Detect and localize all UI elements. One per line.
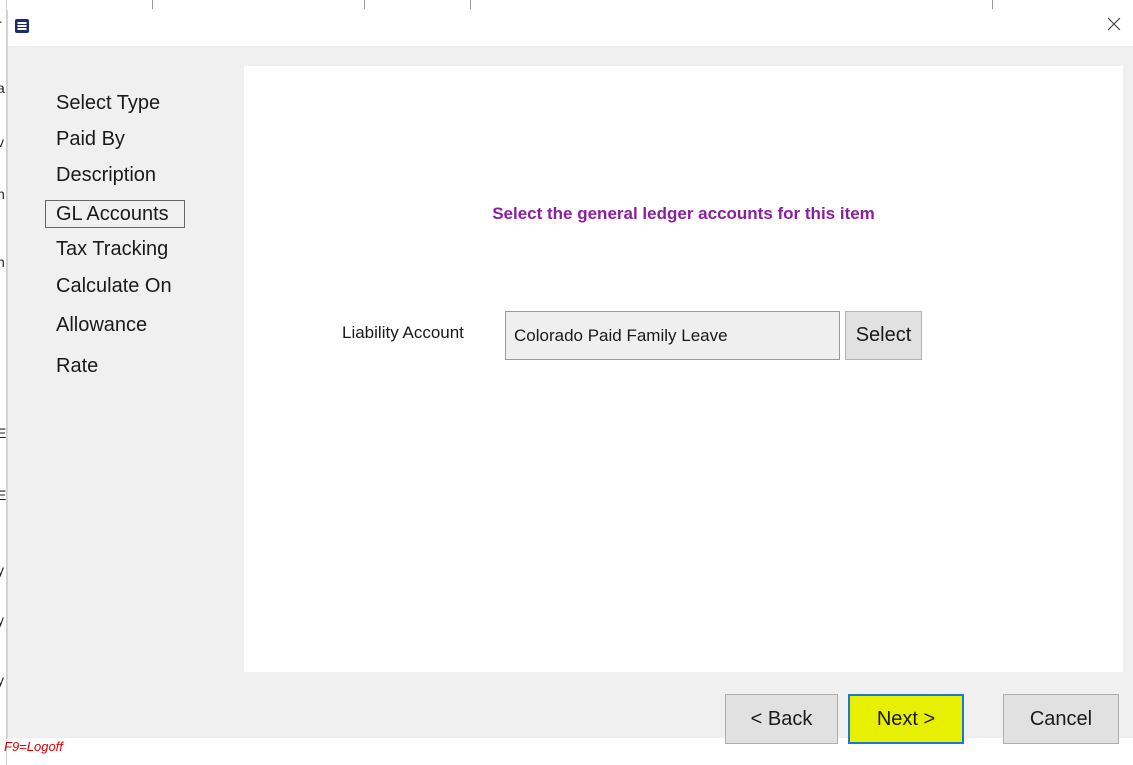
select-account-button[interactable]: Select — [845, 311, 922, 360]
step-select-type[interactable]: Select Type — [56, 92, 160, 115]
edge-letter: y — [0, 612, 4, 628]
edge-letter: r — [0, 16, 2, 32]
edge-letter: E — [0, 487, 6, 503]
content-panel: Select the general ledger accounts for t… — [244, 66, 1123, 672]
edge-letter: v — [0, 134, 4, 150]
back-button[interactable]: < Back — [725, 694, 838, 744]
wizard-dialog: Select Type Paid By Description GL Accou… — [7, 10, 1133, 744]
next-button[interactable]: Next > — [848, 694, 964, 744]
cancel-button[interactable]: Cancel — [1003, 694, 1119, 744]
page-heading: Select the general ledger accounts for t… — [492, 204, 875, 223]
close-icon — [1106, 16, 1122, 37]
edge-letter: y — [0, 672, 4, 688]
step-calculate-on[interactable]: Calculate On — [56, 275, 172, 298]
step-allowance[interactable]: Allowance — [56, 314, 147, 337]
column-separator — [364, 0, 365, 9]
step-description[interactable]: Description — [56, 164, 156, 187]
edge-letter: E — [0, 425, 6, 441]
liability-account-field[interactable]: Colorado Paid Family Leave — [505, 311, 840, 360]
close-button[interactable] — [1100, 14, 1128, 38]
step-gl-accounts[interactable]: GL Accounts — [45, 200, 185, 228]
column-separator — [152, 0, 153, 9]
edge-letter: n — [0, 254, 5, 270]
title-bar — [8, 10, 1133, 46]
app-logo-icon — [14, 18, 30, 34]
logoff-hint: F9=Logoff — [4, 739, 63, 754]
edge-letter: n — [0, 186, 5, 202]
edge-letter: y — [0, 562, 4, 578]
background-app-edge: r a v n n E E y y y — [0, 0, 7, 765]
edge-letter: a — [0, 80, 5, 96]
liability-account-label: Liability Account — [342, 323, 464, 342]
step-rate[interactable]: Rate — [56, 355, 98, 378]
column-separator — [992, 0, 993, 9]
step-tax-tracking[interactable]: Tax Tracking — [56, 238, 168, 261]
step-paid-by[interactable]: Paid By — [56, 128, 125, 151]
column-separator — [470, 0, 471, 9]
